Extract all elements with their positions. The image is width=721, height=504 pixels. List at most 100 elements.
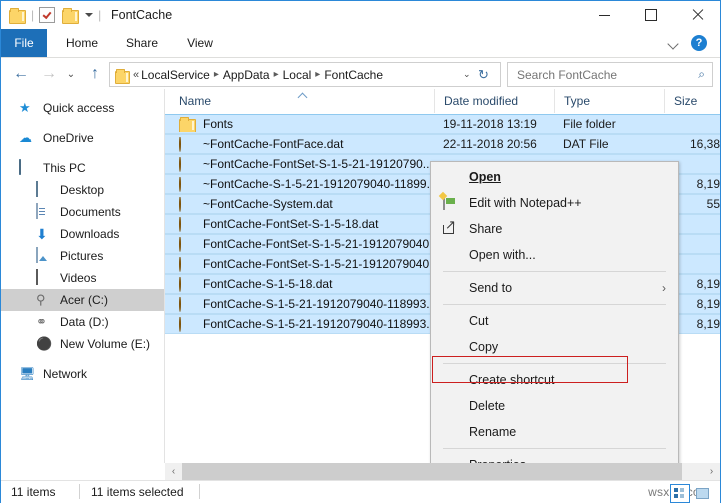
- search-input[interactable]: [515, 67, 679, 83]
- search-box[interactable]: ⌕: [507, 62, 713, 87]
- sidebar-item-pictures[interactable]: Pictures: [1, 245, 164, 267]
- breadcrumb-item-0[interactable]: LocalService: [141, 68, 210, 82]
- sidebar-item-data-d[interactable]: ⚭ Data (D:): [1, 311, 164, 333]
- minimize-button[interactable]: [581, 1, 627, 29]
- file-name-label: FontCache-FontSet-S-1-5-21-1912079040...: [203, 237, 434, 251]
- properties-icon[interactable]: [39, 7, 55, 23]
- column-headers: Name Date modified Type Size: [165, 89, 720, 115]
- sidebar-item-label: Pictures: [60, 249, 103, 263]
- help-icon[interactable]: ?: [691, 35, 707, 51]
- tab-share[interactable]: Share: [117, 29, 167, 57]
- breadcrumb-item-3[interactable]: FontCache: [324, 68, 383, 82]
- tab-home-label: Home: [66, 36, 98, 50]
- menu-item-send-to[interactable]: Send to ›: [431, 275, 678, 301]
- sidebar-item-label: Acer (C:): [60, 293, 108, 307]
- details-view-icon[interactable]: [670, 484, 690, 503]
- sidebar-item-network[interactable]: 🖥 Network: [1, 363, 164, 385]
- breadcrumb-overflow-icon[interactable]: «: [133, 69, 139, 81]
- column-header-name[interactable]: Name: [165, 89, 434, 113]
- tab-view-label: View: [187, 36, 213, 50]
- selection-count-label: 11 items selected: [91, 485, 184, 499]
- address-dropdown-icon[interactable]: ⌄: [463, 69, 474, 80]
- sidebar-item-this-pc[interactable]: This PC: [1, 157, 164, 179]
- sidebar-item-new-volume-e[interactable]: ⚫ New Volume (E:): [1, 333, 164, 355]
- recent-locations-button[interactable]: ⌄: [63, 64, 79, 84]
- menu-item-open-with[interactable]: Open with...: [431, 242, 678, 268]
- chevron-down-icon[interactable]: [668, 37, 680, 49]
- type-cell: DAT File: [554, 137, 664, 151]
- menu-item-rename[interactable]: Rename: [431, 419, 678, 445]
- column-header-type[interactable]: Type: [554, 89, 664, 113]
- breadcrumb-item-1[interactable]: AppData: [223, 68, 270, 82]
- large-icons-view-icon[interactable]: [692, 484, 712, 503]
- sidebar-item-documents[interactable]: Documents: [1, 201, 164, 223]
- menu-item-open[interactable]: Open: [431, 164, 678, 190]
- up-button[interactable]: ↑: [85, 64, 105, 84]
- file-name-cell: FontCache-FontSet-S-1-5-18.dat: [165, 217, 434, 232]
- close-button[interactable]: [675, 1, 721, 29]
- help-label: ?: [696, 37, 703, 49]
- chevron-right-icon-2[interactable]: ▸: [315, 69, 320, 80]
- sidebar-item-label: Network: [43, 367, 87, 381]
- table-row[interactable]: ~FontCache-FontFace.dat 22-11-2018 20:56…: [165, 134, 720, 154]
- chevron-right-icon: ›: [662, 281, 666, 295]
- new-folder-icon[interactable]: [62, 8, 79, 22]
- sidebar-item-quick-access[interactable]: ★ Quick access: [1, 97, 164, 119]
- tab-home[interactable]: Home: [57, 29, 107, 57]
- sidebar-item-acer-c[interactable]: ⚲ Acer (C:): [1, 289, 164, 311]
- file-name-label: ~FontCache-System.dat: [203, 197, 333, 211]
- dat-file-icon: [179, 177, 196, 192]
- scroll-right-button[interactable]: ›: [703, 463, 720, 480]
- file-name-cell: ~FontCache-S-1-5-21-1912079040-11899...: [165, 177, 434, 192]
- menu-item-delete[interactable]: Delete: [431, 393, 678, 419]
- menu-item-cut[interactable]: Cut: [431, 308, 678, 334]
- menu-item-label: Share: [469, 222, 502, 236]
- tab-file[interactable]: File: [1, 29, 47, 57]
- dat-file-icon: [179, 277, 196, 292]
- drive-icon: ⚫: [36, 336, 54, 352]
- chevron-right-icon-1[interactable]: ▸: [274, 69, 279, 80]
- menu-item-edit-with-notepadpp[interactable]: Edit with Notepad++: [431, 190, 678, 216]
- menu-item-share[interactable]: Share: [431, 216, 678, 242]
- menu-item-copy[interactable]: Copy: [431, 334, 678, 360]
- search-icon[interactable]: ⌕: [698, 67, 705, 82]
- breadcrumb-item-2[interactable]: Local: [283, 68, 312, 82]
- dat-file-icon: [179, 157, 196, 172]
- file-name-cell: FontCache-FontSet-S-1-5-21-1912079040...: [165, 237, 434, 252]
- menu-item-create-shortcut[interactable]: Create shortcut: [431, 367, 678, 393]
- chevron-right-icon-0[interactable]: ▸: [214, 69, 219, 80]
- sidebar-item-desktop[interactable]: Desktop: [1, 179, 164, 201]
- file-name-cell: ~FontCache-System.dat: [165, 197, 434, 212]
- customize-caret-icon[interactable]: [85, 13, 93, 17]
- scroll-left-button[interactable]: ‹: [165, 463, 182, 480]
- horizontal-scrollbar[interactable]: ‹ ›: [165, 463, 720, 480]
- column-header-date-modified[interactable]: Date modified: [434, 89, 554, 113]
- tab-share-label: Share: [126, 36, 158, 50]
- menu-separator: [443, 271, 666, 272]
- share-icon: [443, 221, 459, 237]
- dat-file-icon: [179, 217, 196, 232]
- sidebar-item-downloads[interactable]: ⬇ Downloads: [1, 223, 164, 245]
- maximize-button[interactable]: [628, 1, 674, 29]
- tab-view[interactable]: View: [177, 29, 223, 57]
- address-bar: ← → ⌄ ↑ « LocalService ▸ AppData ▸ Local…: [1, 58, 720, 89]
- star-icon: ★: [19, 100, 37, 116]
- sidebar-item-label: This PC: [43, 161, 86, 175]
- breadcrumb[interactable]: « LocalService ▸ AppData ▸ Local ▸ FontC…: [109, 62, 501, 87]
- up-arrow-icon: ↑: [91, 65, 99, 83]
- divider-2: |: [98, 8, 101, 22]
- forward-button[interactable]: →: [39, 64, 59, 84]
- dat-file-icon: [179, 257, 196, 272]
- column-header-size[interactable]: Size: [664, 89, 720, 113]
- sort-ascending-icon: [299, 92, 308, 98]
- menu-item-label: Delete: [469, 399, 505, 413]
- back-button[interactable]: ←: [11, 64, 31, 84]
- sidebar-item-videos[interactable]: Videos: [1, 267, 164, 289]
- file-name-cell: FontCache-S-1-5-21-1912079040-118993...: [165, 317, 434, 332]
- sidebar-item-onedrive[interactable]: ☁ OneDrive: [1, 127, 164, 149]
- scrollbar-thumb[interactable]: [182, 463, 682, 480]
- table-row[interactable]: Fonts 19-11-2018 13:19 File folder: [165, 114, 720, 134]
- file-name-cell: ~FontCache-FontFace.dat: [165, 137, 434, 152]
- refresh-icon[interactable]: ↻: [478, 67, 494, 83]
- documents-icon: [36, 204, 54, 220]
